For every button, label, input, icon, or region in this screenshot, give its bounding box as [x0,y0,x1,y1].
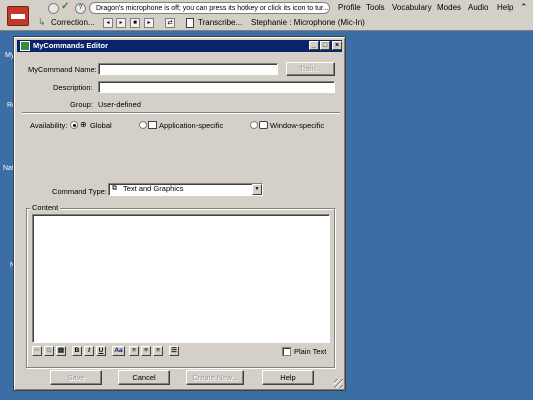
menu-audio[interactable]: Audio [468,3,488,12]
separator [22,112,340,114]
maximize-icon[interactable]: □ [320,41,330,50]
availability-label: Availability: [30,121,68,130]
document-icon[interactable] [186,18,194,28]
save-button[interactable]: Save [50,370,102,385]
application-icon [148,121,157,129]
command-type-value: Text and Graphics [123,184,184,193]
dragon-bar: ✓ ? Dragon's microphone is off; you can … [0,0,533,31]
stop-icon[interactable]: ■ [130,18,140,28]
plain-text-checkbox[interactable] [282,347,291,356]
green-arrow-icon[interactable]: ↳ [38,17,46,27]
bullet-list-icon[interactable]: ☰ [169,346,179,356]
command-name-input[interactable] [98,63,278,75]
command-type-label: Command Type: [52,187,107,196]
minimize-icon[interactable]: _ [309,41,319,50]
menu-help[interactable]: Help [497,3,513,12]
play-back-icon[interactable]: ◂ [103,18,113,28]
align-left-icon[interactable]: ≡ [129,346,139,356]
window-icon [259,121,268,129]
bold-button[interactable]: B [72,346,82,356]
content-legend: Content [30,203,61,212]
description-input[interactable] [98,81,335,93]
radio-global-label[interactable]: Global [90,121,112,130]
italic-button[interactable]: I [84,346,94,356]
radio-window-specific[interactable] [250,121,258,129]
globe-icon: ⊕ [80,120,87,129]
checkmark-icon[interactable]: ✓ [61,1,69,12]
radio-application-specific[interactable] [139,121,147,129]
cancel-button[interactable]: Cancel [118,370,170,385]
help-button[interactable]: Help [262,370,314,385]
paste-icon[interactable]: ▤ [56,346,66,356]
command-type-select[interactable]: ⧉ Text and Graphics ▼ [108,183,263,196]
dialog-titlebar[interactable]: MyCommands Editor _ □ × [17,40,342,52]
menu-modes[interactable]: Modes [437,3,461,12]
plain-text-label[interactable]: Plain Text [294,347,326,356]
help-circle-button[interactable]: ? [75,3,86,14]
content-textarea[interactable] [32,214,330,343]
align-right-icon[interactable]: ≡ [153,346,163,356]
close-icon[interactable]: × [332,41,342,50]
profile-status[interactable]: Stephanie : Microphone (Mic-In) [251,17,365,29]
radio-global[interactable] [70,121,78,129]
description-label: Description: [53,83,93,92]
menu-tools[interactable]: Tools [366,3,385,12]
correction-button[interactable]: Correction... [51,17,95,29]
resize-grip[interactable] [334,379,343,388]
cut-icon[interactable]: ✂ [32,346,42,356]
name-label: MyCommand Name: [28,65,97,74]
app-icon [20,41,30,51]
play-icon[interactable]: ▸ [116,18,126,28]
transcribe-button[interactable]: Transcribe... [198,17,242,29]
menu-profile[interactable]: Profile [338,3,361,12]
copy-icon[interactable]: ⧉ [44,346,54,356]
play-forward-icon[interactable]: ▸ [144,18,154,28]
create-new-button[interactable]: Create New... [186,370,244,385]
radio-window-label[interactable]: Window-specific [270,121,324,130]
group-value: User-defined [98,100,141,109]
chevron-down-icon[interactable]: ▼ [252,184,262,195]
dragon-logo-icon[interactable] [7,6,29,26]
status-message: Dragon's microphone is off; you can pres… [89,2,330,14]
training-icon[interactable]: ⇄ [165,18,175,28]
collapse-icon[interactable]: ⌃ [520,2,528,13]
group-label: Group: [70,100,93,109]
align-center-icon[interactable]: ≡ [141,346,151,356]
mycommands-editor-dialog: MyCommands Editor _ □ × MyCommand Name: … [13,36,346,391]
train-button[interactable]: Train... [286,62,335,76]
font-button[interactable]: Aa [112,346,125,356]
dialog-title: MyCommands Editor [33,41,109,50]
radio-application-label[interactable]: Application-specific [159,121,223,130]
underline-button[interactable]: U [96,346,106,356]
mic-off-button[interactable] [48,3,59,14]
graphics-icon: ⧉ [112,185,117,192]
menu-vocabulary[interactable]: Vocabulary [392,3,432,12]
